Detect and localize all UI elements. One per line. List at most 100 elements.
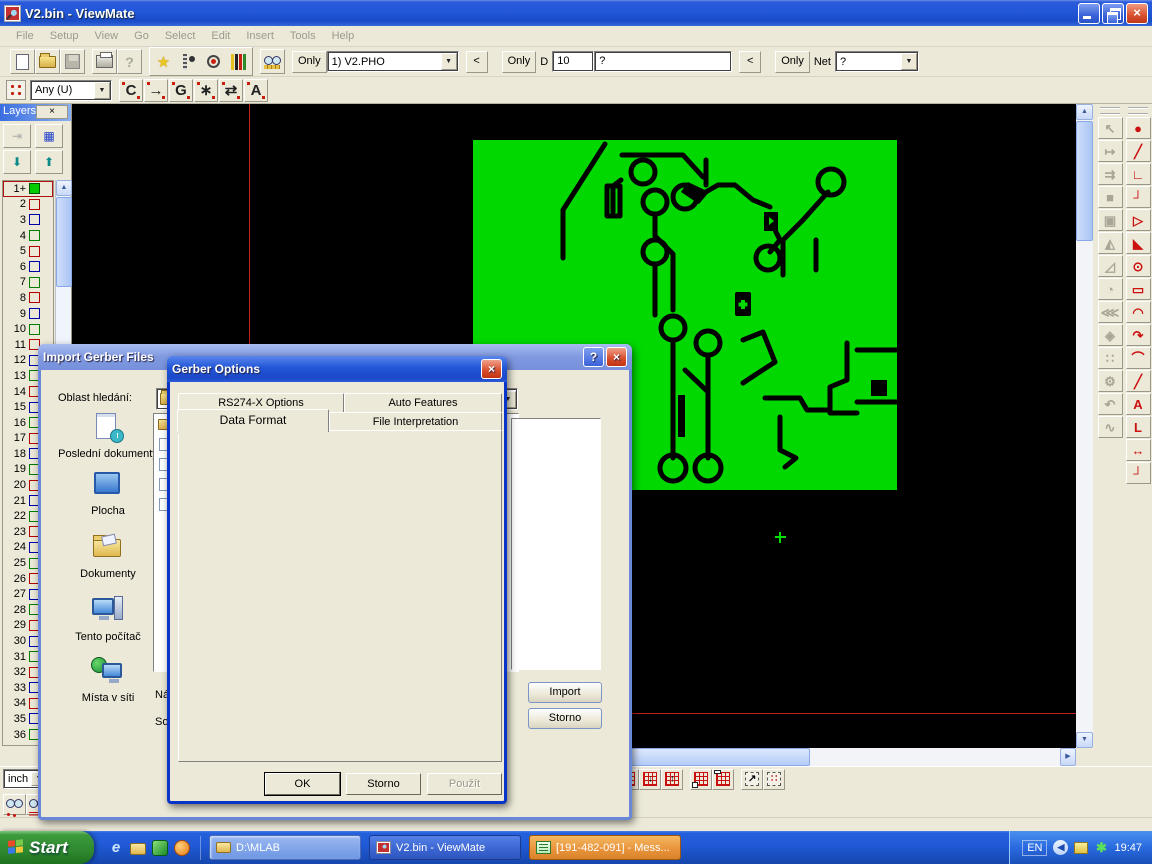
layer-row[interactable]: 4 — [3, 228, 53, 244]
layer-settings-button[interactable]: ▦ — [35, 124, 63, 148]
green-app-icon[interactable] — [152, 840, 168, 856]
cancel-button[interactable]: Storno — [346, 773, 421, 795]
circle-tool[interactable]: ⊙ — [1126, 255, 1151, 277]
tab-data-format[interactable]: Data Format — [177, 409, 329, 432]
layer-color-swatch[interactable] — [29, 246, 40, 257]
highlight-button[interactable]: ★ — [151, 49, 176, 74]
layer-color-swatch[interactable] — [29, 308, 40, 319]
menu-item[interactable]: Insert — [238, 28, 282, 44]
rectangle-tool[interactable]: ▭ — [1126, 278, 1151, 300]
flash-pad-tool[interactable]: ● — [1126, 117, 1151, 139]
view-board-box-button[interactable] — [712, 769, 734, 790]
layer-row[interactable]: 10 — [3, 321, 53, 337]
rotate-tool[interactable]: ◿ — [1098, 255, 1123, 277]
layer-row[interactable]: 8 — [3, 290, 53, 306]
menu-item[interactable]: Edit — [203, 28, 238, 44]
task-mlab-folder[interactable]: D:\MLAB — [209, 835, 361, 860]
only-net-toggle[interactable]: Only — [775, 51, 810, 73]
import-button[interactable]: Import — [528, 682, 602, 703]
filter-components-button[interactable]: C — [119, 79, 143, 102]
minimize-button[interactable] — [1078, 3, 1100, 24]
open-button[interactable] — [35, 49, 60, 74]
dcode-query-input[interactable]: ? — [594, 51, 732, 72]
transform-tool[interactable]: ◈ — [1098, 324, 1123, 346]
chevron-down-icon[interactable]: ▼ — [901, 53, 917, 70]
apply-button[interactable]: Použít — [427, 773, 502, 795]
undo-shape-tool[interactable]: ↶ — [1098, 393, 1123, 415]
tab-file-interpretation[interactable]: File Interpretation — [329, 412, 502, 431]
firefox-icon[interactable] — [174, 840, 190, 856]
import-cancel-button[interactable]: Storno — [528, 708, 602, 729]
tray-green-icon[interactable]: ✱ — [1094, 841, 1108, 855]
curve-tool[interactable]: ↷ — [1126, 324, 1151, 346]
settings-tool[interactable]: ⚙ — [1098, 370, 1123, 392]
task-viewmate[interactable]: V2.bin - ViewMate — [369, 835, 521, 860]
arc-tool[interactable]: ◠ — [1126, 301, 1151, 323]
dcode-input[interactable]: 10 — [552, 51, 594, 72]
layer-color-swatch[interactable] — [29, 230, 40, 241]
select-inside-button[interactable]: ∷ — [763, 769, 785, 790]
close-icon[interactable]: × — [481, 359, 502, 379]
filter-flashes-button[interactable]: ∗ — [194, 79, 218, 102]
scrollbar-thumb[interactable] — [1076, 121, 1093, 241]
prev-layer-button[interactable]: < — [466, 51, 488, 73]
tab-auto-features[interactable]: Auto Features — [344, 393, 502, 412]
layer-color-swatch[interactable] — [29, 183, 40, 194]
layer-color-swatch[interactable] — [29, 277, 40, 288]
tray-chevron-icon[interactable]: ◀ — [1053, 840, 1068, 855]
text-tool[interactable]: A — [1126, 393, 1151, 415]
filter-text-button[interactable]: A — [244, 79, 268, 102]
place-recent-documents[interactable]: Poslední dokumenty — [53, 411, 163, 460]
layer-color-swatch[interactable] — [29, 292, 40, 303]
layer-row[interactable]: 5 — [3, 243, 53, 259]
palette-drag-handle[interactable] — [1128, 107, 1148, 115]
layer-insert-button[interactable]: ⇥ — [3, 124, 31, 148]
filter-pads-button[interactable]: ⇄ — [219, 79, 243, 102]
reshape-tool[interactable]: ∿ — [1098, 416, 1123, 438]
layer-move-down-button[interactable]: ⬇ — [3, 150, 31, 174]
filled-rect-tool[interactable]: ■ — [1098, 186, 1123, 208]
measure-button[interactable] — [176, 49, 201, 74]
pad-rect-tool[interactable]: ▣ — [1098, 209, 1123, 231]
menu-item[interactable]: Setup — [42, 28, 87, 44]
label-tool[interactable]: L — [1126, 416, 1151, 438]
chevron-down-icon[interactable]: ▼ — [94, 82, 110, 99]
select-tool[interactable]: ↖ — [1098, 117, 1123, 139]
elbow-trace-tool[interactable]: ┘ — [1126, 462, 1151, 484]
net-combo[interactable]: ? ▼ — [835, 51, 919, 72]
only-dcode-toggle[interactable]: Only — [502, 51, 537, 73]
canvas-vscrollbar[interactable]: ▲ ▼ — [1076, 104, 1093, 748]
scroll-right-icon[interactable]: ▶ — [1060, 748, 1076, 766]
close-icon[interactable]: × — [36, 105, 68, 119]
palette-drag-handle[interactable] — [1100, 107, 1120, 115]
menu-item[interactable]: File — [8, 28, 42, 44]
polyline-tool[interactable]: ∟ — [1126, 163, 1151, 185]
layer-colors-button[interactable] — [226, 49, 251, 74]
menu-item[interactable]: Tools — [282, 28, 324, 44]
filled-polygon-tool[interactable]: ◣ — [1126, 232, 1151, 254]
task-messenger[interactable]: [191-482-091] - Mess... — [529, 835, 681, 860]
internet-explorer-icon[interactable]: e — [108, 840, 124, 856]
scrollbar-thumb[interactable] — [56, 197, 72, 287]
save-button[interactable] — [60, 49, 85, 74]
pan-down-button[interactable]: ↓ — [639, 769, 661, 790]
sketch-line-tool[interactable]: ╱ — [1126, 370, 1151, 392]
only-layer-toggle[interactable]: Only — [292, 51, 327, 73]
menu-item[interactable]: Select — [157, 28, 204, 44]
line-tool[interactable]: ╱ — [1126, 140, 1151, 162]
place-documents[interactable]: Dokumenty — [53, 531, 163, 580]
active-layer-combo[interactable]: 1) V2.PHO ▼ — [327, 51, 459, 72]
place-network[interactable]: Místa v síti — [53, 655, 163, 704]
chevron-down-icon[interactable]: ▼ — [441, 53, 457, 70]
close-icon[interactable]: × — [606, 347, 627, 367]
mirror-tool[interactable]: ◭ — [1098, 232, 1123, 254]
layer-row[interactable]: 2 — [3, 197, 53, 213]
layer-color-swatch[interactable] — [29, 261, 40, 272]
prev-dcode-button[interactable]: < — [739, 51, 761, 73]
new-button[interactable] — [10, 49, 35, 74]
help-icon[interactable]: ? — [583, 347, 604, 367]
layer-color-swatch[interactable] — [29, 199, 40, 210]
layer-row[interactable]: 9 — [3, 306, 53, 322]
layer-row[interactable]: 6 — [3, 259, 53, 275]
tray-notes-icon[interactable] — [1074, 842, 1088, 854]
